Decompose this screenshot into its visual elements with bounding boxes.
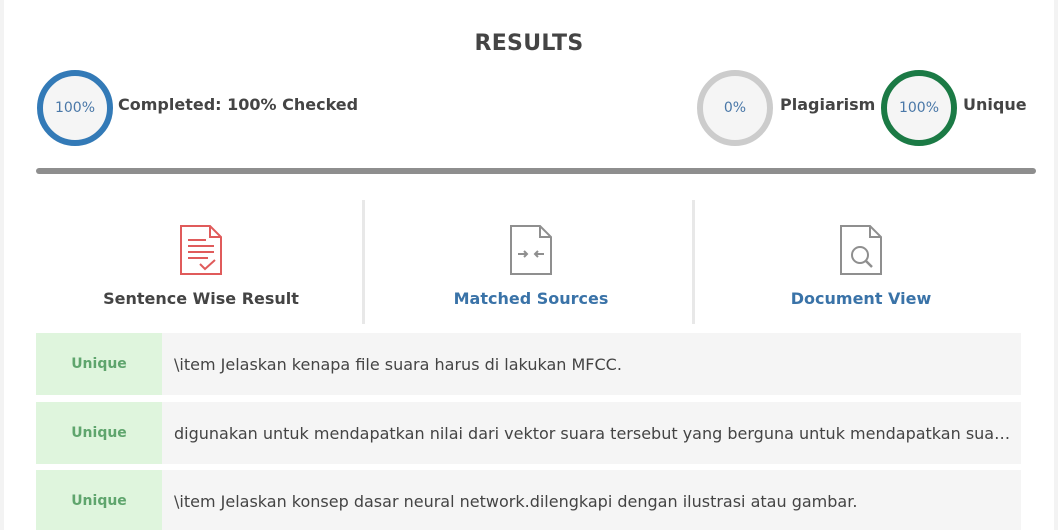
document-search-icon <box>840 225 882 275</box>
completed-label: Completed: 100% Checked <box>118 95 359 114</box>
tab-document-view[interactable]: Document View <box>696 200 1026 324</box>
check-progress-bar <box>36 168 1036 174</box>
tab-sentence-wise-result[interactable]: Sentence Wise Result <box>36 200 366 324</box>
sentence-text: digunakan untuk mendapatkan nilai dari v… <box>162 402 1021 464</box>
tab-matched-sources-label: Matched Sources <box>453 289 609 308</box>
sentence-text-content: digunakan untuk mendapatkan nilai dari v… <box>174 423 1015 443</box>
unique-label: Unique <box>963 95 1027 114</box>
page-title: RESULTS <box>474 31 584 56</box>
result-row[interactable]: Unique \item Jelaskan konsep dasar neura… <box>36 470 1021 530</box>
tab-divider <box>692 200 695 324</box>
unique-percent: 100% <box>898 100 940 116</box>
sentence-text-content: \item Jelaskan kenapa file suara harus d… <box>174 354 622 374</box>
sentence-text-content: \item Jelaskan konsep dasar neural netwo… <box>174 491 858 511</box>
sentence-text: \item Jelaskan konsep dasar neural netwo… <box>162 470 1021 530</box>
result-tabs: Sentence Wise Result Matched Sources Doc… <box>36 200 1036 324</box>
document-check-icon <box>180 225 222 275</box>
tab-matched-sources[interactable]: Matched Sources <box>366 200 696 324</box>
completed-progress-circle: 100% <box>37 70 113 146</box>
plagiarism-percent: 0% <box>723 100 747 116</box>
status-badge: Unique <box>36 402 162 464</box>
tab-sentence-wise-result-label: Sentence Wise Result <box>103 289 299 308</box>
document-compare-icon <box>510 225 552 275</box>
sentence-text: \item Jelaskan kenapa file suara harus d… <box>162 333 1021 395</box>
tab-document-view-label: Document View <box>790 289 932 308</box>
completed-percent: 100% <box>54 100 96 116</box>
plagiarism-progress-circle: 0% <box>697 70 773 146</box>
result-row[interactable]: Unique digunakan untuk mendapatkan nilai… <box>36 402 1021 464</box>
unique-progress-circle: 100% <box>881 70 957 146</box>
status-badge: Unique <box>36 470 162 530</box>
tab-divider <box>362 200 365 324</box>
plagiarism-label: Plagiarism <box>780 95 876 114</box>
results-panel: RESULTS 100% Completed: 100% Checked 0% … <box>4 0 1054 530</box>
status-badge: Unique <box>36 333 162 395</box>
result-row[interactable]: Unique \item Jelaskan kenapa file suara … <box>36 333 1021 395</box>
